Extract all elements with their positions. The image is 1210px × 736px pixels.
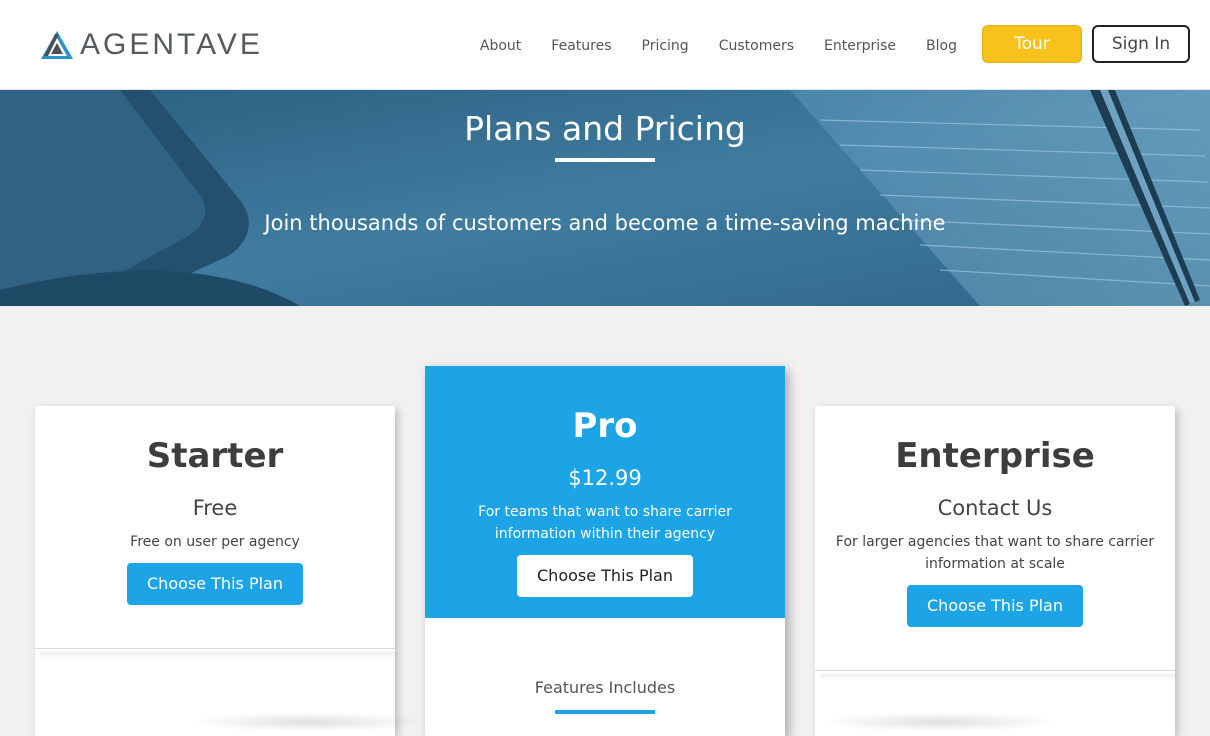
nav-link-about[interactable]: About: [480, 36, 521, 56]
plan-description: Free on user per agency: [130, 534, 300, 550]
main-nav: About Features Pricing Customers Enterpr…: [480, 36, 957, 56]
divider-shadow: [40, 652, 396, 658]
sign-in-button[interactable]: Sign In: [1092, 25, 1190, 63]
features-heading: Features Includes: [534, 678, 676, 697]
plan-card-starter: Starter Free Free on user per agency Cho…: [35, 406, 396, 736]
divider-shadow: [820, 674, 1176, 680]
page-subtitle: Join thousands of customers and become a…: [264, 211, 946, 235]
brand-logo[interactable]: AGENTAVE: [40, 30, 263, 60]
plan-price: $12.99: [568, 466, 642, 490]
choose-plan-button[interactable]: Choose This Plan: [127, 563, 303, 605]
nav-link-pricing[interactable]: Pricing: [642, 36, 689, 56]
plan-price: Free: [192, 496, 238, 520]
triangle-logo-icon: [41, 31, 73, 59]
shadow-decoration: [190, 712, 430, 732]
plan-price: Contact Us: [937, 496, 1053, 520]
nav-link-features[interactable]: Features: [551, 36, 611, 56]
plan-description: For larger agencies that want to share c…: [835, 534, 1155, 572]
shadow-decoration: [820, 712, 1060, 732]
plan-card-pro: Pro $12.99 For teams that want to share …: [425, 366, 785, 736]
plan-name: Pro: [572, 406, 638, 446]
plan-description: For teams that want to share carrier inf…: [478, 504, 732, 542]
card-divider: [815, 670, 1175, 671]
title-underline: [555, 158, 655, 162]
tour-button[interactable]: Tour: [982, 25, 1082, 63]
page-title: Plans and Pricing: [464, 109, 746, 148]
plan-card-enterprise: Enterprise Contact Us For larger agencie…: [815, 406, 1176, 736]
plan-name: Enterprise: [895, 436, 1095, 476]
brand-name: AGENTAVE: [80, 28, 263, 61]
plan-name: Starter: [146, 436, 284, 476]
site-header: AGENTAVE About Features Pricing Customer…: [0, 0, 1210, 90]
nav-link-enterprise[interactable]: Enterprise: [824, 36, 896, 56]
choose-plan-button[interactable]: Choose This Plan: [517, 555, 693, 597]
nav-link-blog[interactable]: Blog: [926, 36, 957, 56]
card-divider: [35, 648, 395, 649]
choose-plan-button[interactable]: Choose This Plan: [907, 585, 1083, 627]
features-underline: [555, 710, 655, 714]
hero-banner: Plans and Pricing Join thousands of cust…: [0, 90, 1210, 306]
nav-link-customers[interactable]: Customers: [719, 36, 794, 56]
